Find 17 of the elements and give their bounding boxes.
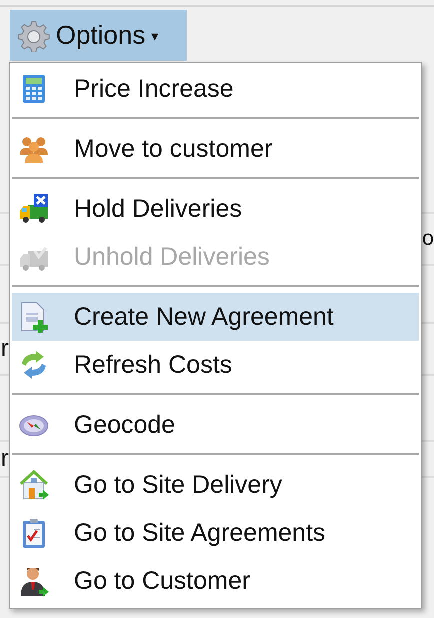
person-icon bbox=[18, 565, 50, 597]
house-icon bbox=[18, 469, 50, 501]
menu-item[interactable]: Create New Agreement bbox=[12, 293, 419, 341]
menu-item[interactable]: Go to Customer bbox=[12, 557, 419, 605]
menu-item[interactable]: Price Increase bbox=[12, 65, 419, 113]
gear-icon bbox=[18, 20, 50, 52]
table-cell: o bbox=[422, 227, 434, 251]
truck-icon bbox=[18, 193, 50, 225]
menu-item[interactable]: Hold Deliveries bbox=[12, 185, 419, 233]
table-cell: r bbox=[0, 445, 10, 473]
table-cell: r bbox=[0, 335, 10, 363]
menu-item[interactable]: Geocode bbox=[12, 401, 419, 449]
menu-item[interactable]: Go to Site Agreements bbox=[12, 509, 419, 557]
menu-item[interactable]: Refresh Costs bbox=[12, 341, 419, 389]
options-button[interactable]: Options ▾ bbox=[10, 10, 187, 61]
menu-item[interactable]: Move to customer bbox=[12, 125, 419, 173]
menu-item[interactable]: Go to Site Delivery bbox=[12, 461, 419, 509]
